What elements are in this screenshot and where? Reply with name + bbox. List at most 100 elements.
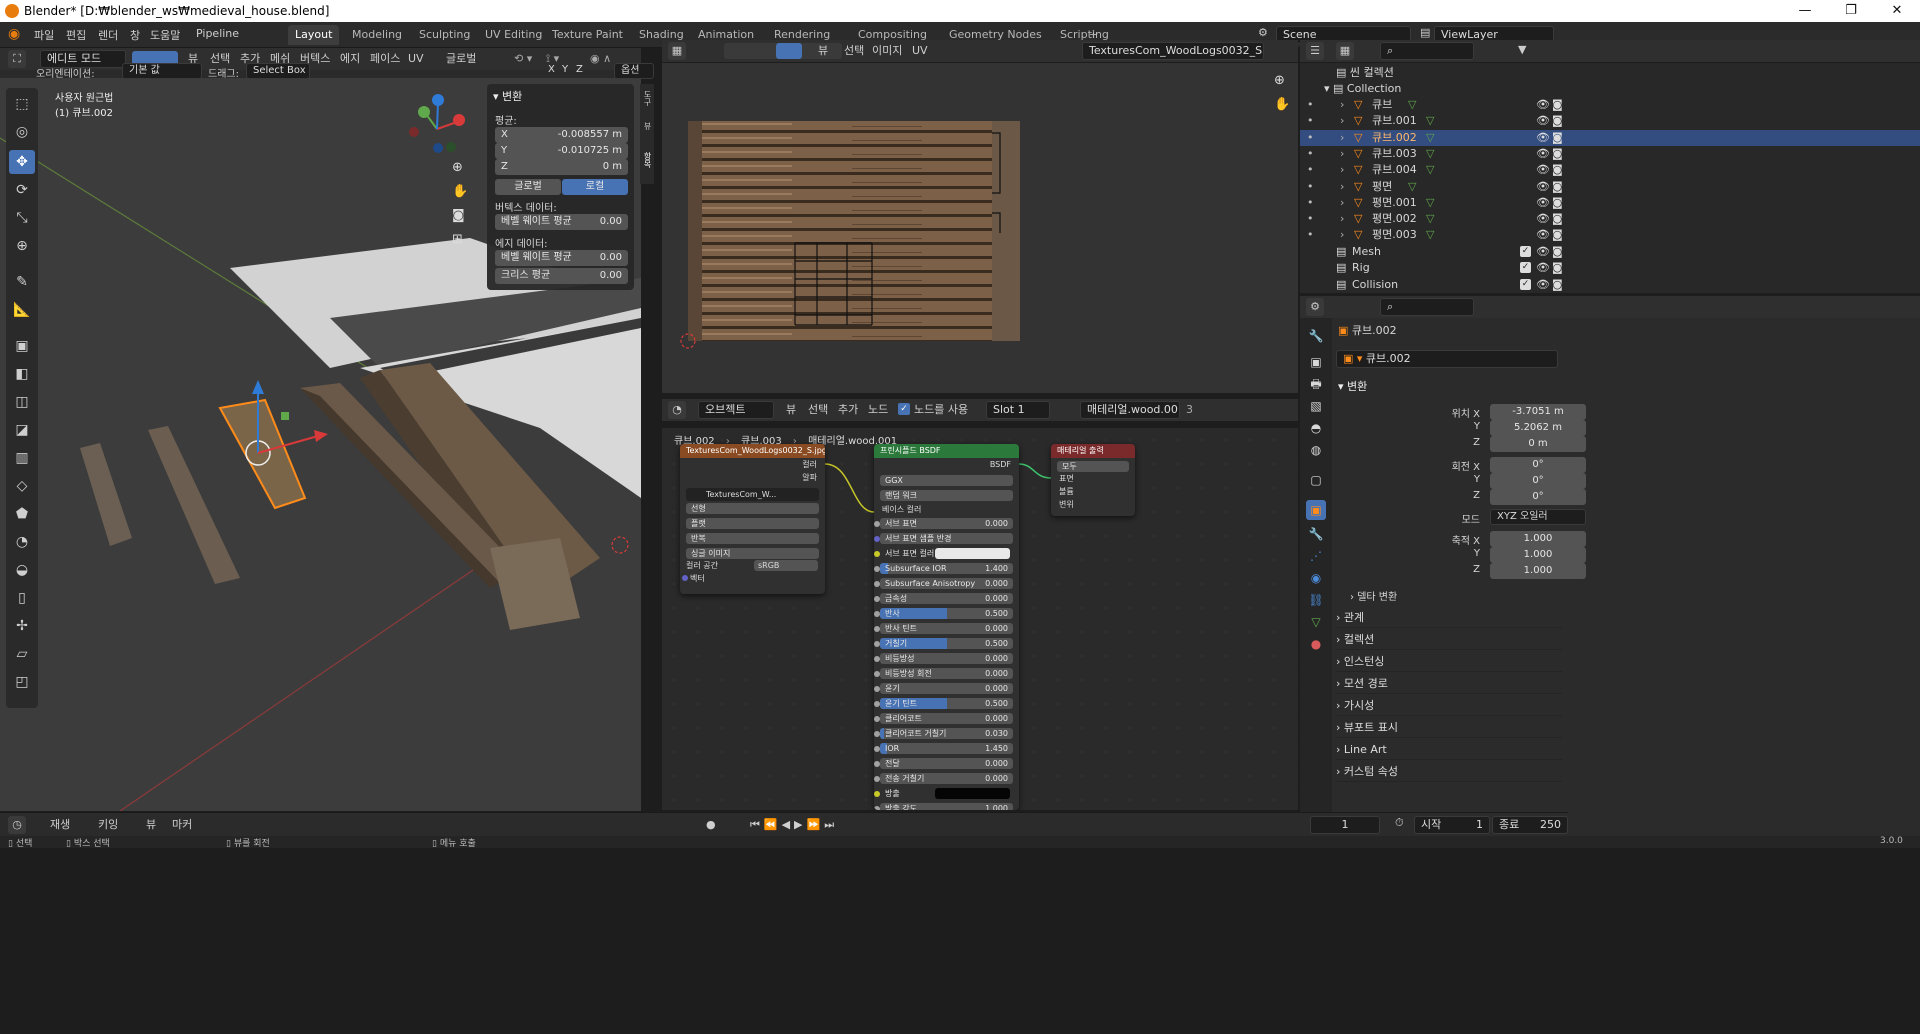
loop-cut-tool-icon[interactable]: ▥ (9, 446, 35, 470)
move-tool-icon[interactable]: ✥ (9, 150, 35, 174)
node-editor-type-icon[interactable]: ◔ (668, 401, 686, 419)
properties-search-input[interactable]: ⌕ (1380, 298, 1474, 316)
properties-section-header[interactable]: › 가시성 (1336, 696, 1562, 716)
outliner-item[interactable]: • › ▽ 평면.003 ▽ 👁 ◙ (1300, 227, 1920, 243)
select-box-tool-icon[interactable]: ⬚ (9, 92, 35, 116)
cursor-tool-icon[interactable]: ◎ (9, 120, 35, 144)
mesh-data-icon[interactable]: ▽ (1408, 179, 1416, 195)
median-y-field[interactable]: Y -0.010725 m (495, 143, 628, 159)
scale-y-field[interactable]: 1.000 (1490, 547, 1586, 563)
drag-select-box-dropdown[interactable]: Select Box (246, 63, 310, 79)
scene-collection-row[interactable]: ▤ 씬 컬렉션 (1336, 65, 1394, 81)
view-layer-icon[interactable]: ▤ (1420, 26, 1430, 39)
bsdf-input-row[interactable]: 방출 (874, 788, 1013, 801)
median-x-field[interactable]: X -0.008557 m (495, 127, 628, 143)
render-camera-icon[interactable]: ◙ (1552, 113, 1563, 129)
active-dot-icon[interactable]: • (1307, 97, 1314, 113)
particles-tab-icon[interactable]: ⋰ (1306, 546, 1326, 566)
active-dot-icon[interactable]: • (1307, 130, 1314, 146)
mirror-z-toggle[interactable]: Z (576, 64, 583, 75)
render-camera-icon[interactable]: ◙ (1552, 97, 1563, 113)
bsdf-value-slider[interactable]: 방출 (880, 788, 1013, 799)
visibility-eye-icon[interactable]: 👁 (1536, 113, 1550, 129)
local-toggle[interactable]: 로컬 (562, 179, 628, 195)
rotation-x-field[interactable]: 0° (1490, 457, 1586, 473)
median-z-field[interactable]: Z 0 m (495, 159, 628, 175)
bsdf-value-slider[interactable]: 금속성 0.000 (880, 593, 1013, 604)
transform-panel-title[interactable]: ▾ 변환 (493, 88, 522, 104)
output-tab-icon[interactable]: 🖶 (1306, 374, 1326, 394)
mirror-x-toggle[interactable]: X (548, 64, 555, 75)
tex-interpolation-dropdown[interactable]: 선형 (686, 503, 819, 514)
outliner-item[interactable]: • › ▽ 큐브.004 ▽ 👁 ◙ (1300, 162, 1920, 178)
render-camera-icon[interactable]: ◙ (1552, 195, 1563, 211)
material-tab-icon[interactable]: ● (1306, 634, 1326, 654)
transform-tool-icon[interactable]: ⊕ (9, 234, 35, 258)
mirror-y-toggle[interactable]: Y (562, 64, 568, 75)
modifier-tab-icon[interactable]: 🔧 (1306, 524, 1326, 544)
visibility-eye-icon[interactable]: 👁 (1536, 97, 1550, 113)
mesh-data-icon[interactable]: ▽ (1426, 195, 1434, 211)
tab-tool[interactable]: 도구 (642, 90, 653, 106)
bsdf-value-slider[interactable]: 서브 표면 샘플 반경 (880, 533, 1013, 544)
bsdf-input-row[interactable]: 클리어코트 0.000 (874, 713, 1013, 726)
smooth-tool-icon[interactable]: ◒ (9, 558, 35, 582)
menu-window[interactable]: 창 (130, 27, 140, 43)
measure-tool-icon[interactable]: 📐 (9, 298, 35, 322)
close-button[interactable]: ✕ (1874, 0, 1920, 22)
expand-icon[interactable]: › (1340, 211, 1344, 227)
camera-icon[interactable]: ◙ (452, 208, 465, 223)
rip-tool-icon[interactable]: ◰ (9, 670, 35, 694)
minimize-button[interactable]: — (1782, 0, 1828, 22)
color-swatch[interactable] (935, 548, 1010, 559)
uv-editor[interactable]: ⊕ ✋ (662, 63, 1298, 393)
bsdf-input-row[interactable]: Subsurface Anisotropy 0.000 (874, 578, 1013, 591)
render-tab-icon[interactable]: ▣ (1306, 352, 1326, 372)
options-dropdown[interactable]: 옵션 (614, 63, 654, 79)
node-menu-select[interactable]: 선택 (808, 401, 828, 419)
expand-icon[interactable]: › (1340, 179, 1344, 195)
workspace-tab[interactable]: Layout (288, 25, 340, 45)
render-camera-icon[interactable]: ◙ (1552, 179, 1563, 195)
outliner-collection[interactable]: ▤ Collision ✓ 👁 ◙ (1300, 277, 1920, 293)
bsdf-value-slider[interactable]: 서브 표면 0.000 (880, 518, 1013, 529)
outliner-item[interactable]: • › ▽ 평면 ▽ 👁 ◙ (1300, 179, 1920, 195)
expand-icon[interactable]: › (1340, 227, 1344, 243)
mesh-data-icon[interactable]: ▽ (1426, 211, 1434, 227)
bsdf-input-row[interactable]: 방출 강도 1.000 (874, 803, 1013, 810)
mesh-data-icon[interactable]: ▽ (1408, 97, 1416, 113)
bevel-tool-icon[interactable]: ◪ (9, 418, 35, 442)
collection-row[interactable]: ▾ ▤ Collection (1324, 81, 1401, 97)
active-dot-icon[interactable]: • (1307, 179, 1314, 195)
keying-menu[interactable]: 키잉 (98, 816, 118, 834)
outliner-search-input[interactable]: ⌕ (1380, 42, 1474, 60)
bsdf-value-slider[interactable]: 전달 0.000 (880, 758, 1013, 769)
node-menu-add[interactable]: 추가 (838, 401, 858, 419)
object-tab-icon[interactable]: ▣ (1306, 500, 1326, 520)
properties-section-header[interactable]: › 커스텀 속성 (1336, 762, 1562, 782)
bsdf-input-row[interactable]: 서브 표면 샘플 반경 (874, 533, 1013, 546)
uv-zoom-icon[interactable]: ⊕ (1274, 73, 1285, 88)
edge-slide-tool-icon[interactable]: ▯ (9, 586, 35, 610)
bsdf-value-slider[interactable]: 전송 거칠기 0.000 (880, 773, 1013, 784)
tex-image-selector[interactable]: TexturesCom_W... (686, 488, 819, 501)
uv-menu-select[interactable]: 선택 (844, 42, 864, 60)
mesh-data-icon[interactable]: ▽ (1426, 113, 1434, 129)
outliner-item[interactable]: • › ▽ 큐브 ▽ 👁 ◙ (1300, 97, 1920, 113)
active-dot-icon[interactable]: • (1307, 146, 1314, 162)
properties-section-header[interactable]: › 뷰포트 표시 (1336, 718, 1562, 738)
outliner-editor-type-icon[interactable]: ☰ (1306, 42, 1324, 60)
tab-view[interactable]: 뷰 (642, 122, 653, 130)
navigation-gizmo[interactable] (404, 92, 474, 162)
uv-menu-image[interactable]: 이미지 (872, 42, 902, 60)
exclude-checkbox[interactable]: ✓ (1520, 246, 1531, 257)
transform-section-header[interactable]: ▾ 변환 (1338, 378, 1367, 394)
visibility-eye-icon[interactable]: 👁 (1536, 260, 1550, 276)
slot-dropdown[interactable]: Slot 1 (986, 401, 1050, 419)
bsdf-input-row[interactable]: 비등방성 회전 0.000 (874, 668, 1013, 681)
expand-icon[interactable]: › (1340, 162, 1344, 178)
properties-section-header[interactable]: › 모션 경로 (1336, 674, 1562, 694)
mesh-data-icon[interactable]: ▽ (1426, 162, 1434, 178)
active-dot-icon[interactable]: • (1307, 211, 1314, 227)
rotate-tool-icon[interactable]: ⟳ (9, 178, 35, 202)
